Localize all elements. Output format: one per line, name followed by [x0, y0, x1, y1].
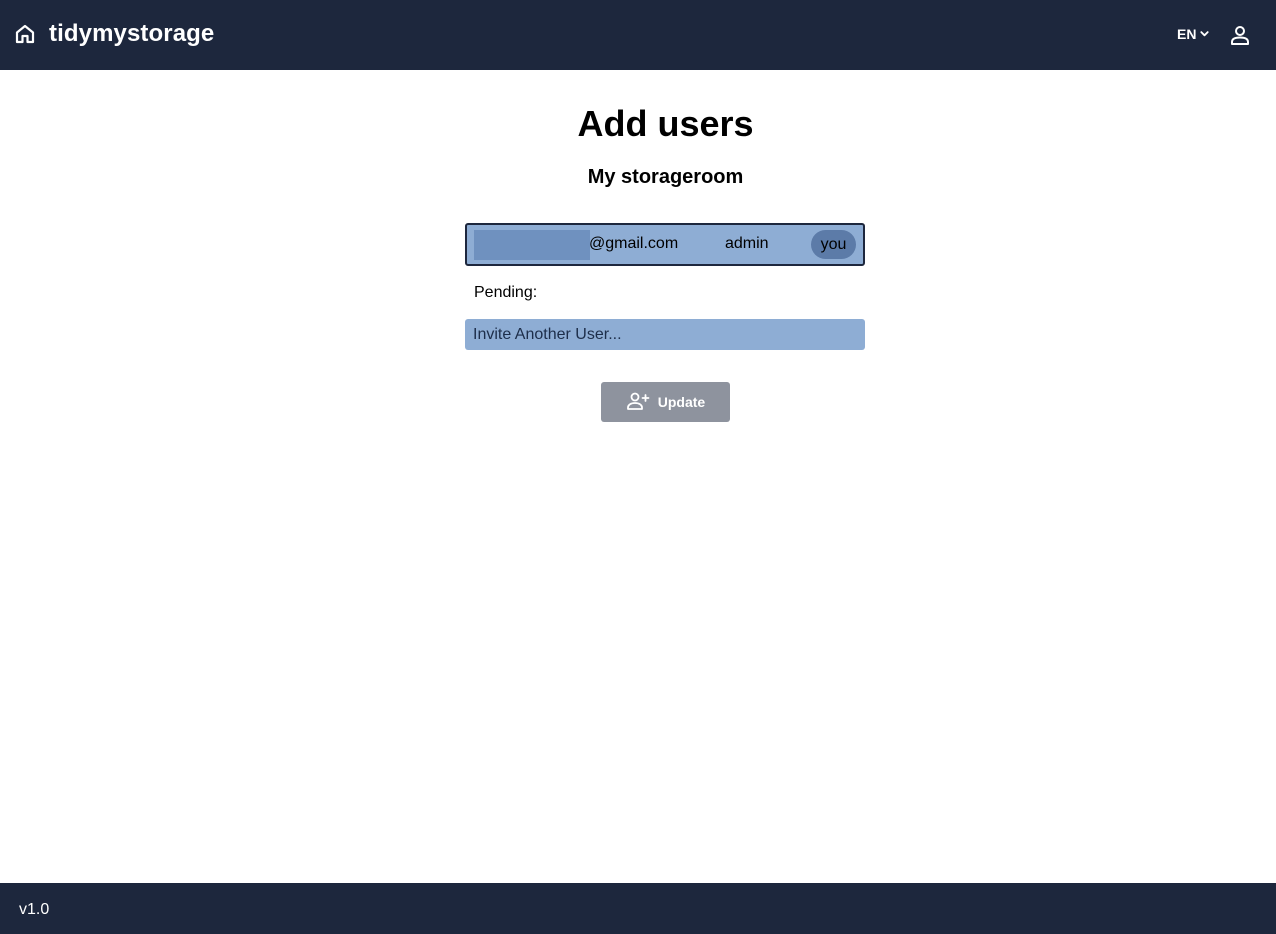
chevron-down-icon [1199, 26, 1210, 42]
user-email-domain: @gmail.com [589, 235, 679, 252]
footer: v1.0 [0, 883, 1276, 934]
brand-logo-text[interactable]: tidymystorage [49, 20, 214, 48]
language-selector[interactable]: EN [1177, 26, 1210, 42]
invite-user-input[interactable] [465, 319, 865, 350]
storageroom-name: My storageroom [587, 166, 744, 188]
user-row[interactable]: @gmail.com admin you [465, 223, 865, 266]
top-navbar: tidymystorage EN [0, 0, 1276, 70]
redacted-email-block [474, 230, 590, 260]
you-badge: you [811, 230, 856, 259]
language-label: EN [1177, 26, 1197, 42]
user-icon[interactable] [1229, 24, 1251, 46]
update-button[interactable]: Update [601, 382, 730, 422]
user-role: admin [725, 235, 769, 252]
main-content: Add users My storageroom @gmail.com admi… [0, 70, 1276, 883]
home-icon[interactable] [13, 22, 37, 46]
pending-label: Pending: [474, 284, 538, 301]
page-title: Add users [577, 103, 754, 144]
update-button-label: Update [657, 394, 706, 410]
version-label: v1.0 [19, 901, 50, 918]
add-user-icon [626, 391, 650, 414]
